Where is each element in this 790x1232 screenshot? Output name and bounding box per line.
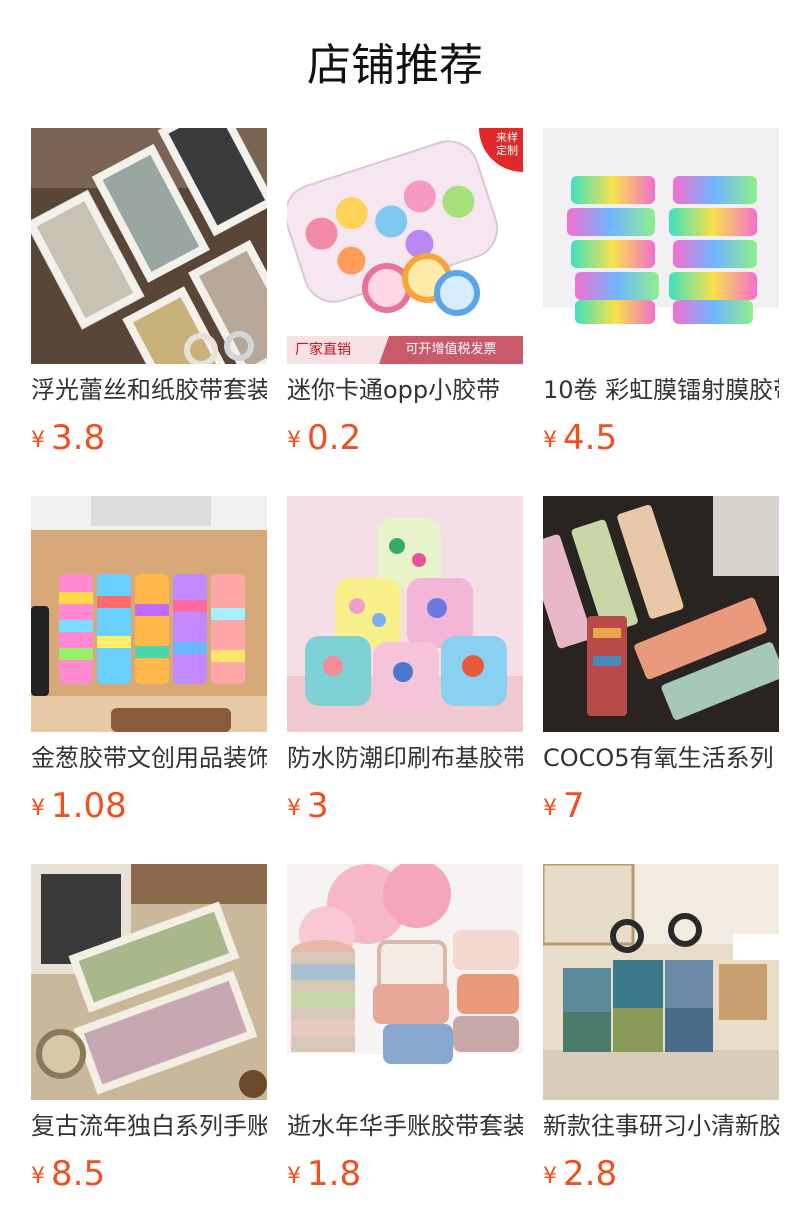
product-price: ¥2.8 [543, 1152, 617, 1196]
product-image[interactable] [543, 496, 779, 732]
price-value: 8.5 [51, 1154, 106, 1194]
price-value: 1.8 [307, 1154, 362, 1194]
price-value: 0.2 [307, 418, 362, 458]
product-price: ¥7 [543, 784, 585, 828]
product-price: ¥1.8 [287, 1152, 361, 1196]
price-value: 4.5 [563, 418, 618, 458]
price-value: 2.8 [563, 1154, 618, 1194]
product-name[interactable]: 金葱胶带文创用品装饰 [31, 740, 267, 776]
currency-symbol: ¥ [31, 428, 45, 453]
product-price: ¥3.8 [31, 416, 105, 460]
factory-direct-label: 厂家直销 [295, 342, 351, 358]
product-price: ¥3 [287, 784, 329, 828]
product-price: ¥4.5 [543, 416, 617, 460]
product-card[interactable]: 逝水年华手账胶带套装 ¥1.8 [287, 864, 523, 1204]
product-price: ¥8.5 [31, 1152, 105, 1196]
product-name[interactable]: COCO5有氧生活系列 [543, 740, 779, 776]
product-image[interactable] [543, 864, 779, 1100]
product-name[interactable]: 浮光蕾丝和纸胶带套装 [31, 372, 267, 408]
product-card[interactable]: 来样 定制 厂家直销 可开增值税发票 迷你卡通opp小胶带 ¥0.2 [287, 128, 523, 468]
product-name[interactable]: 逝水年华手账胶带套装 [287, 1108, 523, 1144]
product-name[interactable]: 复古流年独白系列手账 [31, 1108, 267, 1144]
price-value: 3.8 [51, 418, 106, 458]
product-name[interactable]: 10卷 彩虹膜镭射膜胶带 [543, 372, 779, 408]
product-price: ¥1.08 [31, 784, 127, 828]
currency-symbol: ¥ [31, 1164, 45, 1189]
currency-symbol: ¥ [31, 796, 45, 821]
badge-line: 定制 [496, 144, 518, 157]
vat-invoice-label: 可开增值税发票 [379, 336, 523, 364]
badge-line: 来样 [496, 131, 518, 144]
product-name[interactable]: 迷你卡通opp小胶带 [287, 372, 523, 408]
product-image[interactable] [543, 128, 779, 364]
currency-symbol: ¥ [543, 796, 557, 821]
product-card[interactable]: 防水防潮印刷布基胶带 ¥3 [287, 496, 523, 836]
product-name[interactable]: 防水防潮印刷布基胶带 [287, 740, 523, 776]
promo-banner: 厂家直销 可开增值税发票 [287, 336, 523, 364]
page-title: 店铺推荐 [307, 40, 483, 91]
product-card[interactable]: 10卷 彩虹膜镭射膜胶带 ¥4.5 [543, 128, 779, 468]
product-image[interactable]: 来样 定制 厂家直销 可开增值税发票 [287, 128, 523, 364]
price-value: 1.08 [51, 786, 127, 826]
product-card[interactable]: 金葱胶带文创用品装饰 ¥1.08 [31, 496, 267, 836]
currency-symbol: ¥ [287, 1164, 301, 1189]
currency-symbol: ¥ [287, 428, 301, 453]
product-card[interactable]: 浮光蕾丝和纸胶带套装 ¥3.8 [31, 128, 267, 468]
product-name[interactable]: 新款往事研习小清新胶带 [543, 1108, 779, 1144]
currency-symbol: ¥ [543, 1164, 557, 1189]
currency-symbol: ¥ [287, 796, 301, 821]
product-price: ¥0.2 [287, 416, 361, 460]
product-image[interactable] [31, 496, 267, 732]
product-image[interactable] [287, 496, 523, 732]
product-image[interactable] [31, 128, 267, 364]
product-card[interactable]: COCO5有氧生活系列 ¥7 [543, 496, 779, 836]
currency-symbol: ¥ [543, 428, 557, 453]
price-value: 3 [307, 786, 329, 826]
product-card[interactable]: 新款往事研习小清新胶带 ¥2.8 [543, 864, 779, 1204]
product-card[interactable]: 复古流年独白系列手账 ¥8.5 [31, 864, 267, 1204]
product-image[interactable] [287, 864, 523, 1100]
price-value: 7 [563, 786, 585, 826]
product-image[interactable] [31, 864, 267, 1100]
